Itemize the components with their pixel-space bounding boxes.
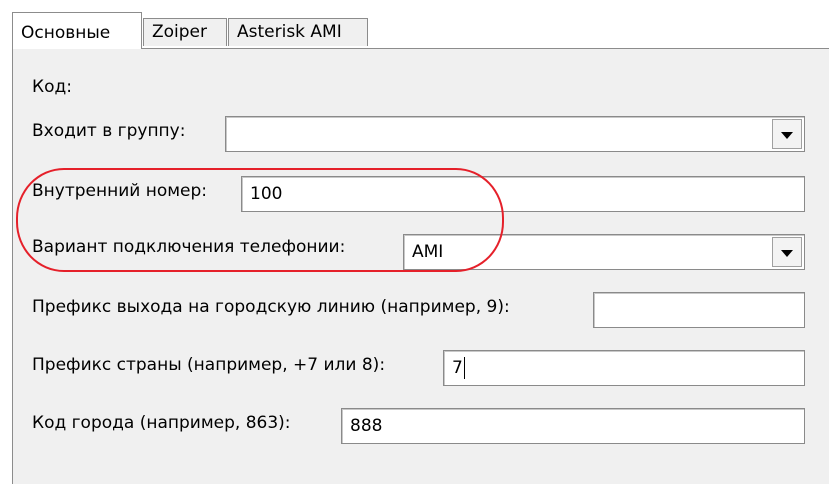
country-prefix-input[interactable]: 7 bbox=[443, 350, 805, 386]
exit-prefix-label: Префикс выхода на городскую линию (напри… bbox=[32, 297, 510, 317]
internal-number-label: Внутренний номер: bbox=[32, 181, 208, 201]
city-code-value: 888 bbox=[350, 416, 383, 436]
tab-zoiper[interactable]: Zoiper bbox=[143, 18, 227, 46]
group-combobox[interactable] bbox=[225, 116, 805, 152]
chevron-down-icon bbox=[781, 132, 793, 139]
chevron-down-icon bbox=[781, 250, 793, 257]
city-code-label: Код города (например, 863): bbox=[32, 413, 291, 433]
country-prefix-label: Префикс страны (например, +7 или 8): bbox=[32, 355, 386, 375]
connection-variant-label: Вариант подключения телефонии: bbox=[32, 237, 346, 257]
exit-prefix-input[interactable] bbox=[593, 292, 805, 328]
cropped-heading-text bbox=[0, 0, 829, 8]
internal-number-input[interactable]: 100 bbox=[241, 176, 805, 212]
tab-strip: Основные Zoiper Asterisk AMI bbox=[12, 10, 829, 50]
group-dropdown-button[interactable] bbox=[772, 119, 802, 149]
group-label: Входит в группу: bbox=[32, 121, 186, 141]
internal-number-value: 100 bbox=[250, 184, 283, 204]
connection-variant-dropdown-button[interactable] bbox=[772, 237, 802, 267]
connection-variant-combobox[interactable]: AMI bbox=[403, 234, 805, 270]
tab-asterisk-ami[interactable]: Asterisk AMI bbox=[228, 18, 368, 46]
country-prefix-value: 7 bbox=[452, 358, 463, 378]
connection-variant-value: AMI bbox=[412, 242, 444, 262]
city-code-input[interactable]: 888 bbox=[341, 408, 805, 444]
code-label: Код: bbox=[32, 77, 72, 97]
text-caret bbox=[463, 357, 465, 379]
tab-main[interactable]: Основные bbox=[12, 12, 142, 49]
